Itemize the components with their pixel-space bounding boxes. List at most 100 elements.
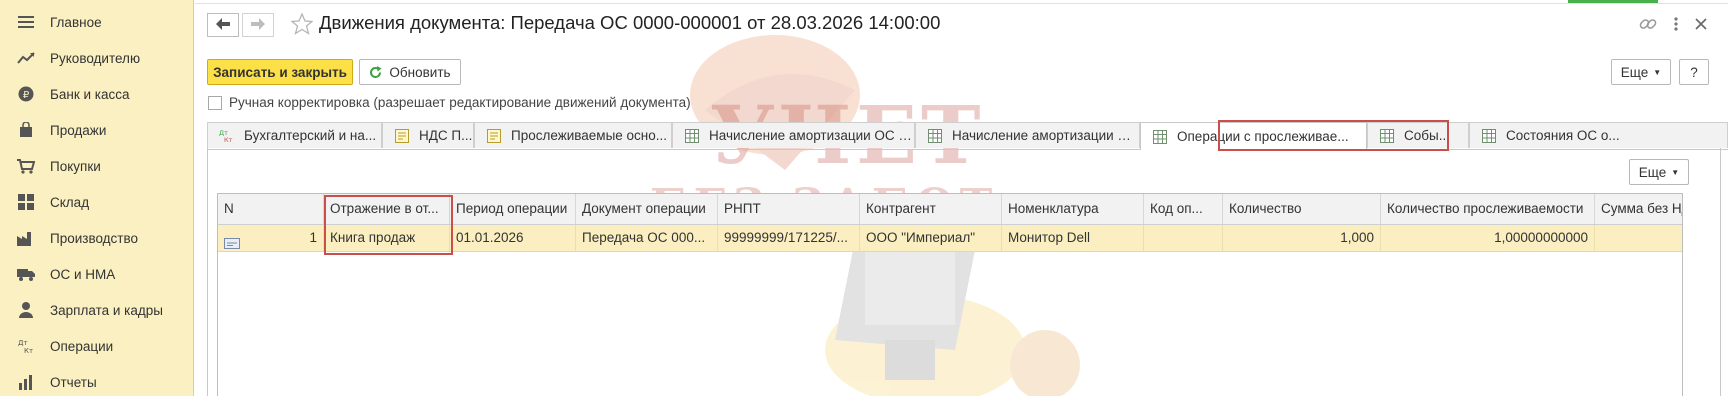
tab-depreciation[interactable]: Начисление амортизации ОС... — [915, 122, 1140, 148]
arrow-left-icon — [216, 17, 230, 33]
sidebar-item-label: Покупки — [50, 158, 101, 174]
top-strip — [195, 0, 1728, 4]
register-icon — [485, 128, 503, 144]
menu-icon — [16, 12, 36, 32]
sidebar-item-label: Отчеты — [50, 374, 97, 390]
column-header-document[interactable]: Документ операции — [576, 194, 718, 224]
sidebar-item-label: Операции — [50, 338, 114, 354]
cell-rnpt: 99999999/171225/... — [718, 225, 860, 251]
sidebar-item-manager[interactable]: Руководителю — [0, 43, 194, 73]
more-label: Еще — [1620, 64, 1649, 80]
column-header-rnpt[interactable]: РНПТ — [718, 194, 860, 224]
coin-icon: ₽ — [16, 84, 36, 104]
sidebar-item-label: Банк и касса — [50, 86, 130, 102]
column-header-reflection[interactable]: Отражение в от... — [324, 194, 450, 224]
table-row[interactable]: 1 Книга продаж 01.01.2026 Передача ОС 00… — [218, 225, 1682, 252]
cell-nomenclature: Монитор Dell — [1002, 225, 1144, 251]
sidebar-item-operations[interactable]: Дт Кт Операции — [0, 331, 194, 361]
tab-label: Собы... — [1404, 128, 1450, 143]
tab-traceable-assets[interactable]: Прослеживаемые осно... — [474, 122, 672, 148]
svg-text:Кт: Кт — [24, 347, 33, 354]
tab-label: НДС П... — [419, 128, 473, 143]
factory-icon — [16, 228, 36, 248]
chart-icon — [16, 372, 36, 392]
sidebar-item-sales[interactable]: Продажи — [0, 115, 194, 145]
tab-vat[interactable]: НДС П... — [382, 122, 474, 148]
tab-label: Начисление амортизации ОС (б... — [709, 128, 914, 143]
column-header-nomenclature[interactable]: Номенклатура — [1002, 194, 1144, 224]
table-icon — [1480, 128, 1498, 144]
cell-n: 1 — [218, 225, 324, 251]
sidebar: Главное Руководителю ₽ Банк и касса Прод… — [0, 0, 194, 396]
column-header-sum[interactable]: Сумма без НДС — [1595, 194, 1682, 224]
sidebar-item-label: Главное — [50, 14, 102, 30]
table-icon — [1378, 128, 1396, 144]
cell-document: Передача ОС 000... — [576, 225, 718, 251]
cell-reflection: Книга продаж — [324, 225, 450, 251]
sidebar-item-reports[interactable]: Отчеты — [0, 367, 194, 397]
more-label: Еще — [1638, 164, 1667, 180]
sidebar-item-warehouse[interactable]: Склад — [0, 187, 194, 217]
cell-sum — [1595, 225, 1682, 251]
column-header-period[interactable]: Период операции — [450, 194, 576, 224]
svg-text:Кт: Кт — [224, 136, 233, 143]
dt-kt-icon: Дт Кт — [16, 336, 36, 356]
column-header-quantity[interactable]: Количество — [1223, 194, 1381, 224]
column-header-n[interactable]: N — [218, 194, 324, 224]
help-button[interactable]: ? — [1679, 59, 1709, 85]
favorite-star-icon[interactable] — [290, 12, 314, 38]
table-icon — [926, 128, 944, 144]
cell-n-value: 1 — [309, 230, 317, 245]
more-button[interactable]: Еще ▼ — [1611, 59, 1671, 85]
refresh-button[interactable]: Обновить — [359, 59, 461, 85]
table-header: N Отражение в от... Период операции Доку… — [218, 194, 1682, 225]
sidebar-item-payroll[interactable]: Зарплата и кадры — [0, 295, 194, 325]
tab-label: Бухгалтерский и на... — [244, 128, 377, 143]
manual-edit-checkbox[interactable] — [208, 96, 222, 110]
tab-bar: Дт Кт Бухгалтерский и на... НДС П... Прос… — [207, 122, 1728, 150]
main-area: УЧЕТ БЕЗ ЗАБОТ Движения документа: Перед… — [195, 0, 1728, 396]
grid-more-button[interactable]: Еще ▼ — [1629, 159, 1689, 185]
dt-kt-icon: Дт Кт — [218, 128, 236, 144]
tab-label: Операции с прослеживае... — [1177, 129, 1349, 144]
sidebar-item-main[interactable]: Главное — [0, 7, 194, 37]
refresh-label: Обновить — [389, 64, 451, 80]
sidebar-item-label: Зарплата и кадры — [50, 302, 163, 318]
movements-table: N Отражение в от... Период операции Доку… — [217, 193, 1683, 396]
tab-label: Состояния ОС о... — [1506, 128, 1620, 143]
tab-asset-states[interactable]: Состояния ОС о... — [1469, 122, 1728, 148]
sidebar-item-production[interactable]: Производство — [0, 223, 194, 253]
sidebar-item-label: Производство — [50, 230, 139, 246]
close-icon[interactable] — [1691, 14, 1711, 34]
more-vertical-icon[interactable] — [1666, 14, 1686, 34]
sidebar-item-purchases[interactable]: Покупки — [0, 151, 194, 181]
sidebar-item-fixed-assets[interactable]: ОС и НМА — [0, 259, 194, 289]
back-button[interactable] — [207, 13, 239, 37]
tab-accounting[interactable]: Дт Кт Бухгалтерский и на... — [207, 122, 382, 148]
link-icon[interactable] — [1638, 14, 1658, 34]
sidebar-item-label: Руководителю — [50, 50, 141, 66]
column-header-op-code[interactable]: Код оп... — [1144, 194, 1223, 224]
warehouse-icon — [16, 192, 36, 212]
person-icon — [16, 300, 36, 320]
chevron-down-icon: ▼ — [1671, 167, 1680, 177]
tab-depreciation-accounting[interactable]: Начисление амортизации ОС (б... — [672, 122, 915, 148]
column-header-counterparty[interactable]: Контрагент — [860, 194, 1002, 224]
forward-button[interactable] — [242, 13, 274, 37]
column-header-trace-quantity[interactable]: Количество прослеживаемости — [1381, 194, 1595, 224]
trend-icon — [16, 48, 36, 68]
sidebar-item-bank[interactable]: ₽ Банк и касса — [0, 79, 194, 109]
tab-traceable-operations[interactable]: Операции с прослеживае... — [1140, 122, 1367, 150]
register-icon — [393, 128, 411, 144]
tab-label: Начисление амортизации ОС... — [952, 128, 1139, 143]
tab-events[interactable]: Собы... — [1367, 122, 1469, 148]
save-and-close-button[interactable]: Записать и закрыть — [207, 59, 353, 85]
table-icon — [683, 128, 701, 144]
truck-icon — [16, 264, 36, 284]
sidebar-item-label: Склад — [50, 194, 90, 210]
bag-icon — [16, 120, 36, 140]
cell-quantity: 1,000 — [1223, 225, 1381, 251]
svg-text:Дт: Дт — [18, 339, 28, 347]
page-title: Движения документа: Передача ОС 0000-000… — [319, 12, 941, 33]
sidebar-item-label: Продажи — [50, 122, 107, 138]
